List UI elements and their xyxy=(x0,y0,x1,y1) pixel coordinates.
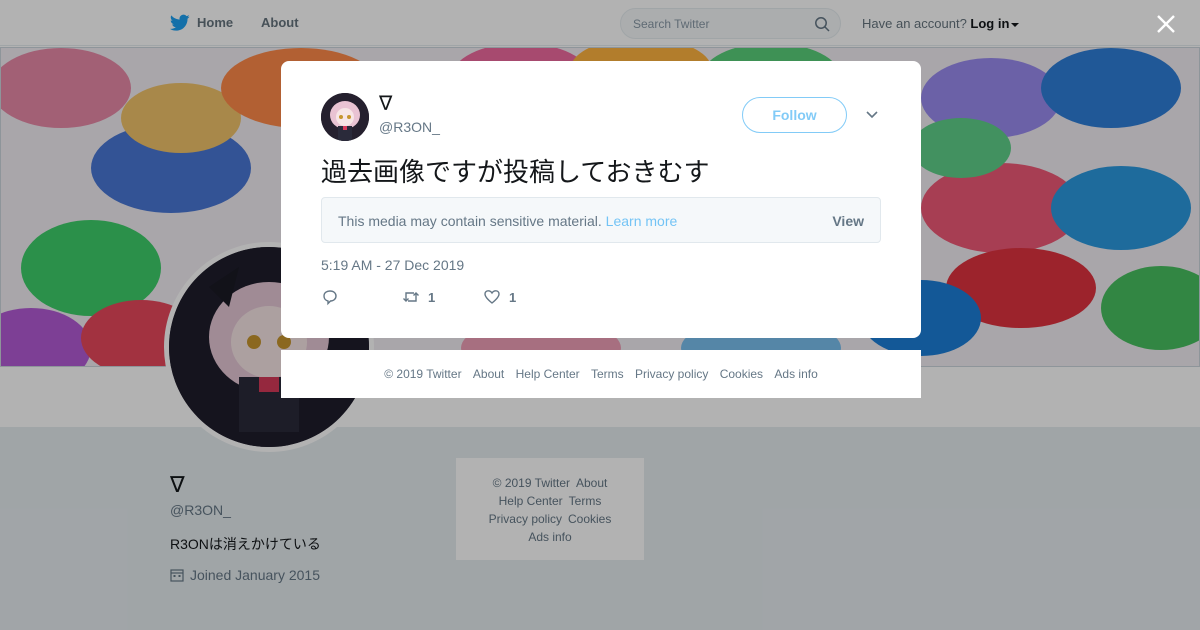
retweet-count: 1 xyxy=(428,290,436,305)
tweet-timestamp[interactable]: 5:19 AM - 27 Dec 2019 xyxy=(321,257,464,273)
heart-icon xyxy=(484,290,500,304)
modal-footer: © 2019 Twitter About Help Center Terms P… xyxy=(281,350,921,398)
modal-footer-about-link[interactable]: About xyxy=(473,367,504,381)
tweet-actions: 1 1 xyxy=(321,288,621,308)
view-media-button[interactable]: View xyxy=(832,213,864,229)
tweet-author-handle[interactable]: @R3ON_ xyxy=(379,119,440,135)
tweet-text: 過去画像ですが投稿しておきむす xyxy=(321,158,710,188)
reply-button[interactable] xyxy=(321,288,339,308)
learn-more-link[interactable]: Learn more xyxy=(606,213,678,229)
modal-footer-cookies-link[interactable]: Cookies xyxy=(720,367,763,381)
author-avatar-image xyxy=(321,93,369,141)
close-icon[interactable] xyxy=(1155,13,1177,35)
reply-icon xyxy=(323,290,337,306)
tweet-author-name[interactable]: ∇ xyxy=(379,91,392,116)
tweet-author-avatar[interactable] xyxy=(321,93,369,141)
retweet-icon xyxy=(403,292,419,302)
tweet-modal: ∇ @R3ON_ Follow 過去画像ですが投稿しておきむす This med… xyxy=(281,61,921,338)
modal-footer-terms-link[interactable]: Terms xyxy=(591,367,624,381)
like-count: 1 xyxy=(509,290,517,305)
sensitive-warning: This media may contain sensitive materia… xyxy=(338,213,602,229)
modal-footer-ads-link[interactable]: Ads info xyxy=(774,367,817,381)
modal-footer-privacy-link[interactable]: Privacy policy xyxy=(635,367,708,381)
follow-button[interactable]: Follow xyxy=(742,97,847,133)
like-button[interactable]: 1 xyxy=(483,288,516,308)
sensitive-media-notice: This media may contain sensitive materia… xyxy=(321,197,881,243)
sensitive-notice-text: This media may contain sensitive materia… xyxy=(338,213,677,229)
chevron-down-icon[interactable] xyxy=(865,109,879,121)
modal-footer-help-link[interactable]: Help Center xyxy=(516,367,580,381)
retweet-button[interactable]: 1 xyxy=(402,288,435,308)
modal-footer-copyright: © 2019 Twitter xyxy=(384,367,462,381)
